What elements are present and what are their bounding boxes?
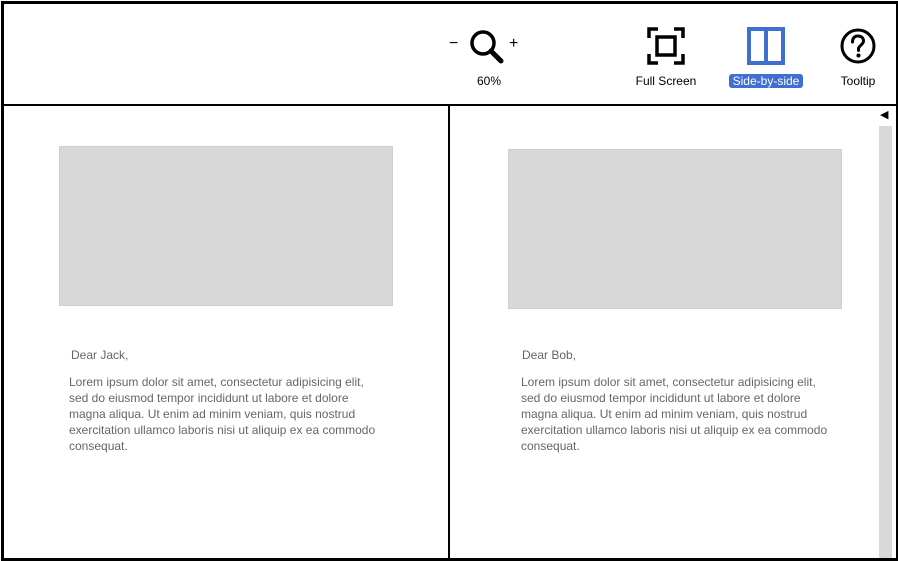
zoom-row: − + bbox=[444, 28, 544, 68]
app-window: − + 60% Full Screen Side-by-side Tooltip… bbox=[1, 1, 898, 561]
tooltip-label: Tooltip bbox=[840, 74, 876, 88]
zoom-control: − + 60% bbox=[444, 28, 544, 94]
scroll-arrow-icon[interactable]: ◀ bbox=[880, 110, 888, 121]
letter-body: Lorem ipsum dolor sit amet, consectetur … bbox=[69, 375, 376, 453]
scroll-track[interactable] bbox=[879, 126, 892, 558]
letter-greeting: Dear Bob, bbox=[522, 348, 577, 362]
side-by-side-icon bbox=[747, 27, 785, 65]
vertical-scrollbar[interactable]: ◀ bbox=[877, 106, 894, 558]
tooltip-button[interactable]: Tooltip bbox=[832, 26, 884, 92]
image-placeholder bbox=[59, 146, 393, 306]
full-screen-label: Full Screen bbox=[635, 74, 697, 88]
letter-greeting: Dear Jack, bbox=[71, 348, 129, 362]
left-document-pane: Dear Jack, Lorem ipsum dolor sit amet, c… bbox=[4, 106, 450, 558]
image-placeholder bbox=[508, 149, 842, 309]
zoom-in-button[interactable]: + bbox=[509, 36, 518, 52]
zoom-out-button[interactable]: − bbox=[449, 36, 458, 52]
zoom-level: 60% bbox=[476, 74, 502, 88]
question-icon bbox=[840, 28, 876, 64]
magnifier-icon[interactable] bbox=[468, 28, 504, 64]
full-screen-button[interactable]: Full Screen bbox=[630, 26, 702, 92]
side-by-side-button[interactable]: Side-by-side bbox=[726, 26, 806, 92]
letter-body: Lorem ipsum dolor sit amet, consectetur … bbox=[521, 375, 828, 453]
toolbar: − + 60% Full Screen Side-by-side Tooltip bbox=[4, 4, 896, 106]
full-screen-icon bbox=[647, 27, 685, 65]
side-by-side-label: Side-by-side bbox=[728, 74, 804, 88]
right-document-pane: Dear Bob, Lorem ipsum dolor sit amet, co… bbox=[450, 106, 874, 558]
